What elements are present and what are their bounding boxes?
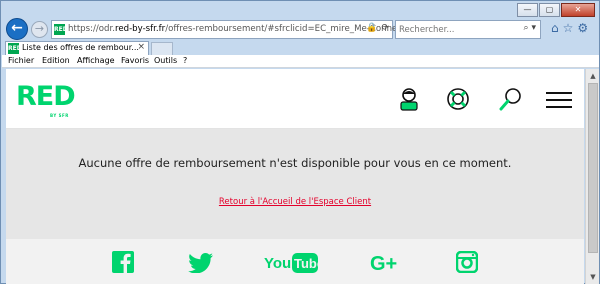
favorites-star-icon[interactable]: ☆: [563, 21, 574, 35]
vertical-scrollbar[interactable]: ▲ ▼: [585, 69, 599, 284]
tab-favicon-icon: RED: [8, 43, 22, 54]
main-content: Aucune offre de remboursement n'est disp…: [6, 129, 584, 239]
svg-text:You: You: [264, 255, 291, 272]
settings-gear-icon[interactable]: ⚙: [577, 21, 588, 35]
site-header: RED BY SFR: [6, 69, 584, 129]
scroll-up-icon[interactable]: ▲: [586, 69, 600, 83]
menu-bar: Fichier Edition Affichage Favoris Outils…: [2, 55, 599, 68]
search-input[interactable]: [399, 23, 509, 36]
back-button[interactable]: ←: [6, 18, 28, 40]
search-box[interactable]: ⌕ ▾: [395, 20, 541, 39]
no-offer-message: Aucune offre de remboursement n'est disp…: [78, 156, 512, 170]
close-window-button[interactable]: ✕: [561, 3, 595, 17]
new-tab-button[interactable]: [151, 42, 173, 55]
scroll-down-icon[interactable]: ▼: [586, 270, 600, 284]
help-lifebuoy-icon[interactable]: [446, 87, 470, 111]
search-site-icon[interactable]: [499, 87, 523, 111]
lock-icon[interactable]: 🔒: [366, 23, 377, 33]
menu-outils[interactable]: Outils: [154, 56, 177, 65]
web-page: RED BY SFR Aucune offre de remboursement…: [6, 69, 584, 284]
back-to-home-link[interactable]: Retour à l'Accueil de l'Espace Client: [6, 197, 584, 207]
menu-favoris[interactable]: Favoris: [121, 56, 149, 65]
google-plus-icon[interactable]: G+: [370, 253, 404, 273]
browser-window: — ▢ ✕ ← → RED https://odr.red-by-sfr.fr/…: [0, 0, 600, 284]
svg-text:Tube: Tube: [294, 256, 318, 271]
red-logo-sub: BY SFR: [50, 113, 69, 118]
svg-text:G+: G+: [370, 253, 397, 273]
social-footer: You Tube G+: [6, 239, 584, 284]
home-icon[interactable]: ⌂: [551, 21, 559, 35]
menu-edition[interactable]: Edition: [42, 56, 70, 65]
site-favicon-icon: RED: [54, 24, 68, 35]
tab-title: Liste des offres de rembour...: [22, 43, 139, 52]
scroll-thumb[interactable]: [588, 83, 598, 253]
account-icon[interactable]: [398, 87, 420, 111]
youtube-icon[interactable]: You Tube: [264, 252, 318, 274]
tab-close-icon[interactable]: ×: [137, 42, 145, 52]
facebook-icon[interactable]: [112, 251, 134, 273]
menu-hamburger-icon[interactable]: [546, 91, 572, 109]
forward-button[interactable]: →: [31, 21, 48, 38]
search-icon[interactable]: ⌕: [524, 23, 529, 33]
address-bar[interactable]: RED https://odr.red-by-sfr.fr/offres-rem…: [51, 20, 414, 39]
tab-bar: RED Liste des offres de rembour... ×: [1, 41, 599, 55]
window-controls: — ▢ ✕: [516, 3, 595, 17]
refresh-icon[interactable]: ⟳: [381, 23, 389, 33]
minimize-button[interactable]: —: [517, 3, 538, 17]
twitter-icon[interactable]: [188, 253, 213, 273]
navigation-bar: ← → RED https://odr.red-by-sfr.fr/offres…: [1, 17, 599, 41]
red-logo[interactable]: RED: [16, 83, 76, 111]
menu-help[interactable]: ?: [183, 56, 187, 65]
search-dropdown-icon[interactable]: ▾: [531, 23, 536, 33]
menu-fichier[interactable]: Fichier: [8, 56, 34, 65]
instagram-icon[interactable]: [456, 251, 478, 273]
maximize-button[interactable]: ▢: [539, 3, 560, 17]
menu-affichage[interactable]: Affichage: [77, 56, 115, 65]
tab-active[interactable]: RED Liste des offres de rembour... ×: [5, 41, 149, 55]
